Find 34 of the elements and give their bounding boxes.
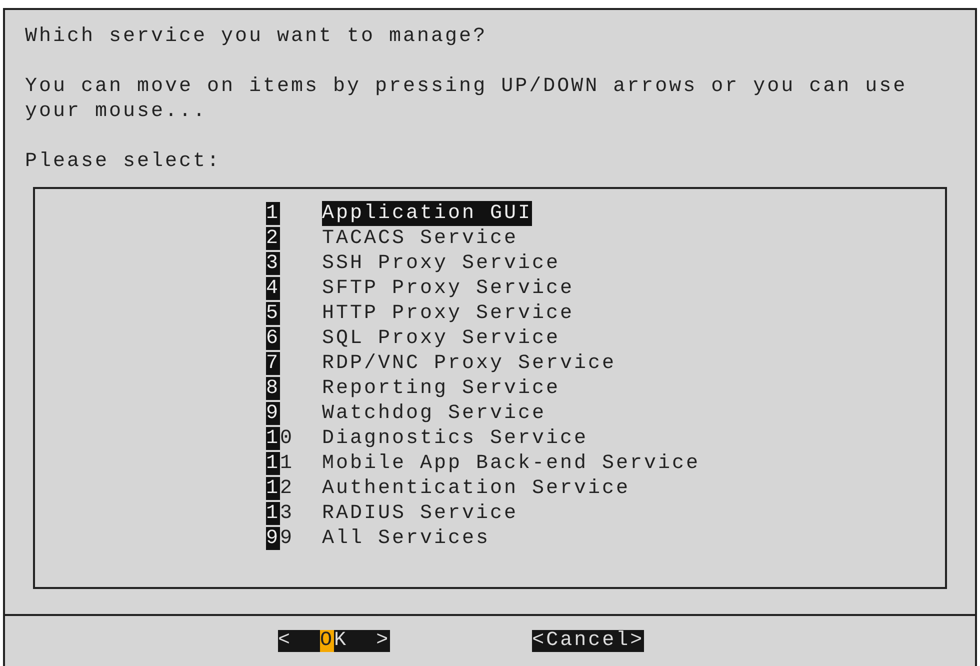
- menu-item[interactable]: All Services: [322, 526, 490, 551]
- instruction-text: your mouse...: [25, 99, 208, 124]
- dialog-button[interactable]: <Cancel>: [532, 630, 644, 652]
- menu-item[interactable]: RADIUS Service: [322, 501, 518, 526]
- item-tag[interactable]: 6: [266, 326, 322, 351]
- menu-item[interactable]: Watchdog Service: [322, 401, 546, 426]
- question-text: Which service you want to manage?: [25, 24, 488, 49]
- menu-item[interactable]: SQL Proxy Service: [322, 326, 560, 351]
- item-tag[interactable]: 11: [266, 451, 322, 476]
- item-tag[interactable]: 1: [266, 201, 322, 226]
- item-tag[interactable]: 7: [266, 351, 322, 376]
- menu-item[interactable]: TACACS Service: [322, 226, 518, 251]
- prompt-text: Please select:: [25, 149, 222, 174]
- instruction-text: You can move on items by pressing UP/DOWN arrows or you can use: [25, 74, 908, 99]
- menu-item[interactable]: HTTP Proxy Service: [322, 301, 574, 326]
- menu-item[interactable]: Application GUI: [322, 201, 532, 226]
- item-tag[interactable]: 99: [266, 526, 322, 551]
- item-tag[interactable]: 2: [266, 226, 322, 251]
- menu-item[interactable]: RDP/VNC Proxy Service: [322, 351, 616, 376]
- item-tag[interactable]: 4: [266, 276, 322, 301]
- menu-item[interactable]: Mobile App Back-end Service: [322, 451, 700, 476]
- item-tag[interactable]: 12: [266, 476, 322, 501]
- menu-item[interactable]: SSH Proxy Service: [322, 251, 560, 276]
- item-tag[interactable]: 10: [266, 426, 322, 451]
- item-tag[interactable]: 8: [266, 376, 322, 401]
- menu-item[interactable]: Authentication Service: [322, 476, 630, 501]
- menu-item[interactable]: Diagnostics Service: [322, 426, 588, 451]
- item-tag[interactable]: 3: [266, 251, 322, 276]
- item-tag[interactable]: 13: [266, 501, 322, 526]
- dialog-button[interactable]: < OK >: [278, 630, 390, 652]
- item-tag[interactable]: 5: [266, 301, 322, 326]
- menu-item[interactable]: Reporting Service: [322, 376, 560, 401]
- menu-item[interactable]: SFTP Proxy Service: [322, 276, 574, 301]
- item-tag[interactable]: 9: [266, 401, 322, 426]
